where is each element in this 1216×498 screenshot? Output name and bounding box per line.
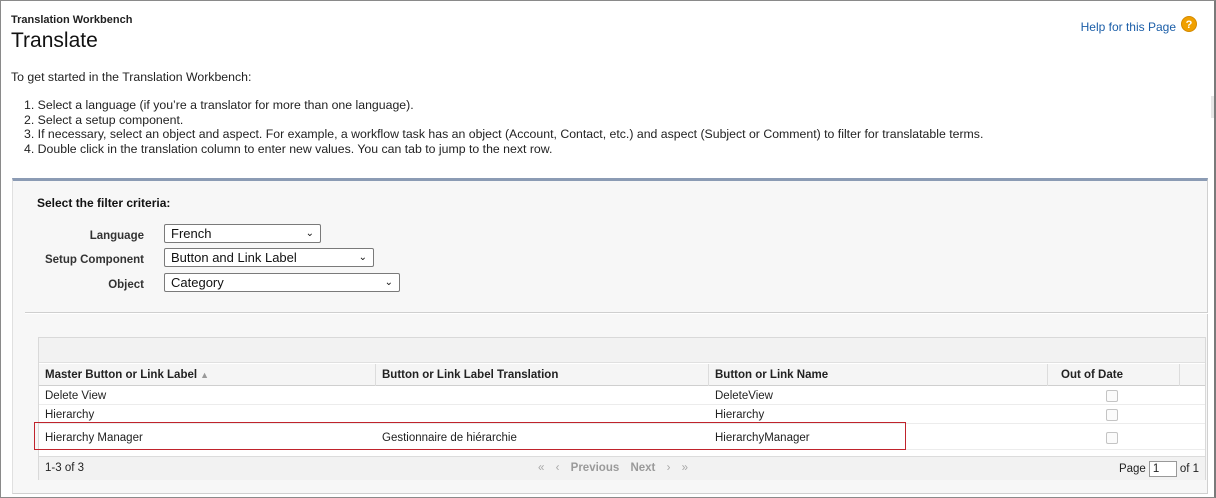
- highlight-box: [34, 422, 906, 450]
- cell-master-label: Hierarchy: [45, 409, 95, 421]
- page-total: of 1: [1179, 463, 1199, 476]
- object-select-value: Category: [171, 275, 224, 290]
- pager-nav: « ‹ Previous Next › »: [538, 462, 696, 474]
- step-3: 3. If necessary, select an object and as…: [24, 127, 984, 141]
- table-row[interactable]: Delete View DeleteView: [39, 387, 1205, 405]
- first-page-icon[interactable]: «: [538, 462, 544, 474]
- step-4: 4. Double click in the translation colum…: [24, 141, 553, 156]
- chevron-down-icon: ⌄: [384, 277, 393, 288]
- cell-name: Hierarchy: [715, 409, 765, 421]
- chevron-down-icon: ⌄: [305, 228, 314, 239]
- table-header: Master Button or Link Label ▲ Button or L…: [39, 364, 1205, 386]
- help-link[interactable]: Help for this Page: [1081, 20, 1176, 34]
- setup-component-select-value: Button and Link Label: [171, 250, 297, 265]
- page-subtitle: Translation Workbench: [11, 14, 133, 26]
- language-select[interactable]: French ⌄: [164, 224, 321, 243]
- column-header-master-label-text: Master Button or Link Label: [45, 369, 198, 381]
- translation-table: Master Button or Link Label ▲ Button or L…: [38, 337, 1206, 480]
- table-toolbar: [39, 338, 1205, 363]
- column-divider: [1179, 364, 1180, 386]
- next-button[interactable]: Next: [630, 462, 655, 474]
- setup-component-label: Setup Component: [44, 254, 144, 266]
- help-icon[interactable]: ?: [1181, 16, 1197, 32]
- object-label: Object: [108, 279, 144, 291]
- filter-divider: [25, 312, 1208, 314]
- page-label: Page: [1118, 463, 1146, 476]
- steps-list: 1. Select a language (if you’re a transl…: [24, 98, 983, 156]
- column-header-translation[interactable]: Button or Link Label Translation: [382, 369, 558, 381]
- cell-master-label: Delete View: [45, 390, 107, 402]
- column-header-out-of-date[interactable]: Out of Date: [1061, 369, 1123, 381]
- column-divider: [708, 364, 709, 386]
- step-1: 1. Select a language (if you’re a transl…: [24, 98, 414, 112]
- column-divider: [1047, 364, 1048, 386]
- intro-text: To get started in the Translation Workbe…: [11, 70, 252, 84]
- column-header-master-label[interactable]: Master Button or Link Label ▲: [45, 369, 209, 381]
- object-select[interactable]: Category ⌄: [164, 273, 400, 292]
- scrollbar-thumb[interactable]: [1211, 96, 1214, 118]
- language-select-value: French: [171, 226, 212, 241]
- page-title: Translate: [11, 29, 98, 52]
- previous-button[interactable]: Previous: [571, 462, 620, 474]
- next-arrow-icon[interactable]: ›: [667, 462, 671, 474]
- out-of-date-checkbox[interactable]: [1106, 432, 1118, 444]
- cell-name: DeleteView: [715, 390, 773, 402]
- chevron-down-icon: ⌄: [358, 252, 367, 263]
- setup-component-select[interactable]: Button and Link Label ⌄: [164, 248, 374, 267]
- sort-ascending-icon: ▲: [200, 370, 209, 380]
- out-of-date-checkbox[interactable]: [1106, 409, 1118, 421]
- page-indicator: Page 1 of 1: [1119, 461, 1199, 477]
- language-label: Language: [89, 230, 144, 242]
- page-number-input[interactable]: 1: [1148, 461, 1177, 477]
- filter-title: Select the filter criteria:: [37, 196, 171, 210]
- step-2: 2. Select a setup component.: [24, 112, 184, 127]
- out-of-date-checkbox[interactable]: [1106, 390, 1118, 402]
- previous-arrow-icon[interactable]: ‹: [556, 462, 560, 474]
- last-page-icon[interactable]: »: [682, 462, 688, 474]
- table-pager: 1-3 of 3 « ‹ Previous Next › » Page 1 of 1: [39, 456, 1205, 480]
- column-divider: [375, 364, 376, 386]
- column-header-name[interactable]: Button or Link Name: [715, 369, 828, 381]
- record-count: 1-3 of 3: [45, 462, 84, 474]
